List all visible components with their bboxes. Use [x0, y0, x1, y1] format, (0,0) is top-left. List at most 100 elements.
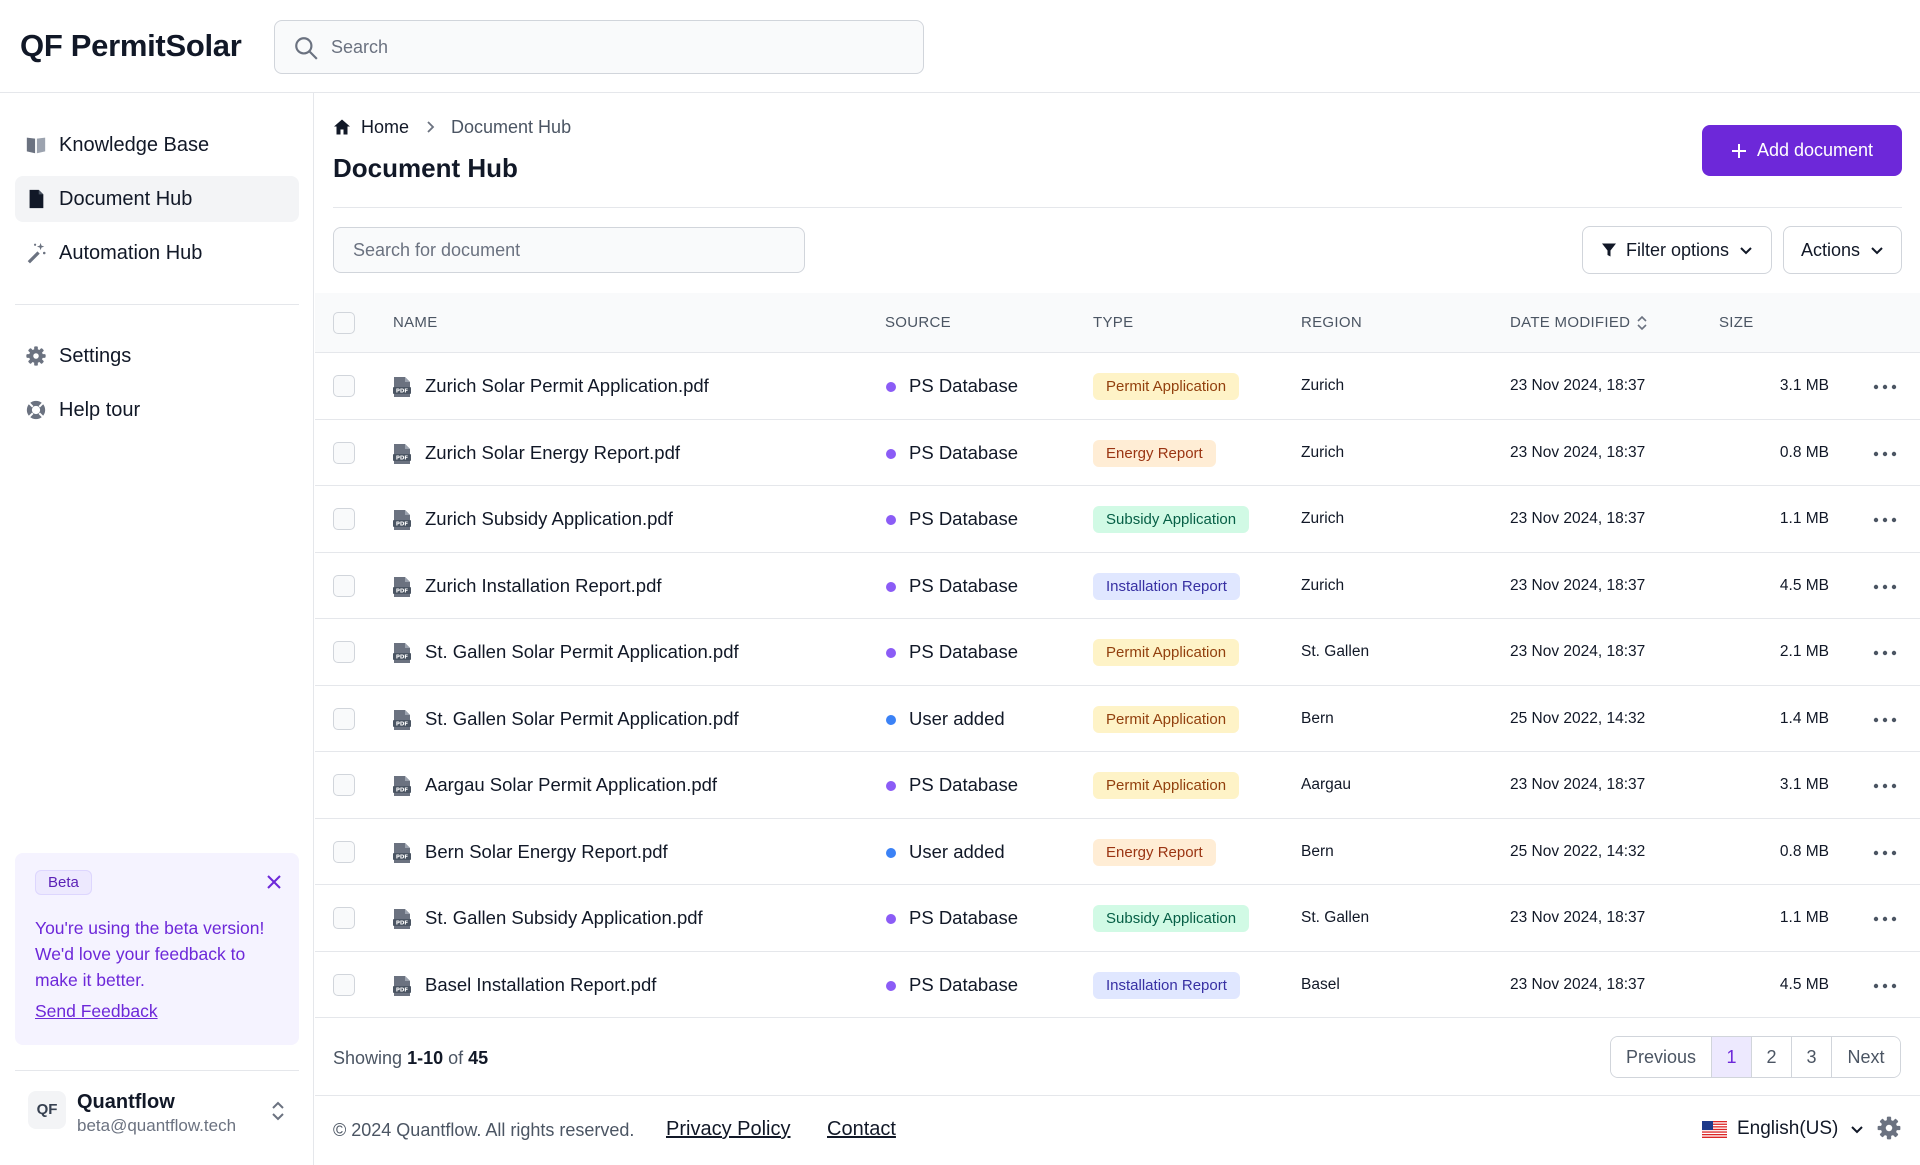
sidebar-item-automation-hub[interactable]: Automation Hub: [15, 230, 299, 276]
more-options-icon[interactable]: [1872, 976, 1898, 996]
more-options-icon[interactable]: [1872, 377, 1898, 397]
more-options-icon[interactable]: [1872, 710, 1898, 730]
type-badge: Permit Application: [1093, 373, 1240, 400]
more-options-icon[interactable]: [1872, 577, 1898, 597]
select-all-checkbox[interactable]: [333, 312, 355, 334]
row-checkbox[interactable]: [333, 508, 355, 530]
document-name[interactable]: St. Gallen Solar Permit Application.pdf: [425, 708, 739, 730]
chevron-down-icon: [1740, 247, 1752, 255]
document-name[interactable]: Aargau Solar Permit Application.pdf: [425, 774, 717, 796]
document-name[interactable]: Zurich Installation Report.pdf: [425, 575, 662, 597]
more-options-icon[interactable]: [1872, 643, 1898, 663]
document-region: Basel: [1301, 975, 1340, 993]
sidebar-item-document-hub[interactable]: Document Hub: [15, 176, 299, 222]
showing-range: 1-10: [407, 1048, 444, 1068]
contact-link[interactable]: Contact: [827, 1118, 896, 1141]
language-selector[interactable]: English(US): [1702, 1118, 1864, 1140]
avatar[interactable]: QF: [28, 1091, 66, 1129]
table-row[interactable]: PDF Zurich Solar Energy Report.pdf PS Data…: [315, 420, 1920, 486]
sidebar-item-label: Knowledge Base: [59, 133, 210, 156]
gear-icon[interactable]: [1876, 1115, 1902, 1141]
document-size: 2.1 MB: [1779, 643, 1829, 660]
home-icon[interactable]: [333, 118, 351, 136]
send-feedback-link[interactable]: Send Feedback: [35, 1001, 158, 1022]
document-source: PS Database: [909, 574, 1019, 596]
document-name[interactable]: St. Gallen Subsidy Application.pdf: [425, 907, 703, 929]
row-checkbox[interactable]: [333, 441, 355, 464]
next-page-button[interactable]: Next: [1832, 1037, 1900, 1077]
row-checkbox[interactable]: [333, 840, 355, 863]
row-checkbox[interactable]: [333, 774, 355, 796]
user-email: beta@quantflow.tech: [77, 1116, 237, 1135]
row-checkbox[interactable]: [333, 973, 355, 996]
global-search-input[interactable]: [331, 21, 911, 73]
type-badge: Subsidy Application: [1093, 506, 1250, 533]
source-dot: [886, 781, 896, 791]
sidebar-divider: [15, 1070, 299, 1071]
sidebar-item-knowledge-base[interactable]: Knowledge Base: [15, 122, 299, 168]
table-row[interactable]: PDF Zurich Solar Permit Application.pdf PS…: [315, 353, 1920, 420]
table-row[interactable]: PDF St. Gallen Solar Permit Application.p…: [315, 619, 1920, 686]
page-button-2[interactable]: 2: [1752, 1037, 1792, 1077]
document-region: Bern: [1301, 709, 1334, 727]
document-name[interactable]: Bern Solar Energy Report.pdf: [425, 841, 668, 863]
more-options-icon[interactable]: [1872, 444, 1898, 464]
row-checkbox[interactable]: [333, 375, 355, 397]
more-options-icon[interactable]: [1872, 776, 1898, 796]
column-header-date-modified[interactable]: DATE MODIFIED: [1510, 314, 1648, 331]
column-header-type[interactable]: TYPE: [1093, 314, 1133, 331]
document-name[interactable]: Zurich Solar Energy Report.pdf: [425, 442, 680, 464]
chevron-up-down-icon[interactable]: [270, 1099, 286, 1123]
pdf-file-icon: PDF: [393, 443, 411, 464]
svg-text:PDF: PDF: [396, 921, 409, 927]
global-search[interactable]: [274, 20, 924, 74]
more-options-icon[interactable]: [1872, 510, 1898, 530]
add-document-button[interactable]: Add document: [1702, 125, 1902, 176]
privacy-policy-link[interactable]: Privacy Policy: [666, 1118, 790, 1141]
document-name[interactable]: Basel Installation Report.pdf: [425, 974, 656, 996]
row-checkbox[interactable]: [333, 641, 355, 663]
document-date-modified: 25 Nov 2022, 14:32: [1510, 709, 1646, 727]
table-row[interactable]: PDF Zurich Subsidy Application.pdf PS Data…: [315, 486, 1920, 553]
more-options-icon[interactable]: [1872, 843, 1898, 863]
sidebar-item-help-tour[interactable]: Help tour: [15, 387, 299, 433]
document-search-input[interactable]: [333, 227, 805, 273]
beta-feedback-card: Beta You're using the beta version! We'd…: [15, 853, 299, 1045]
copyright: © 2024 Quantflow. All rights reserved.: [333, 1120, 635, 1140]
table-row[interactable]: PDF Basel Installation Report.pdf PS Datab…: [315, 952, 1920, 1018]
previous-page-button[interactable]: Previous: [1611, 1037, 1712, 1077]
app-logo[interactable]: QF PermitSolar: [20, 28, 242, 64]
svg-text:PDF: PDF: [396, 455, 409, 461]
document-name[interactable]: St. Gallen Solar Permit Application.pdf: [425, 641, 739, 663]
row-checkbox[interactable]: [333, 707, 355, 730]
document-name[interactable]: Zurich Subsidy Application.pdf: [425, 508, 673, 530]
sidebar-item-label: Help tour: [59, 398, 141, 421]
document-region: Aargau: [1301, 776, 1351, 793]
column-header-region[interactable]: REGION: [1301, 314, 1362, 331]
document-source: PS Database: [909, 641, 1019, 662]
page-button-1[interactable]: 1: [1712, 1037, 1752, 1077]
column-header-size[interactable]: SIZE: [1719, 314, 1754, 331]
table-row[interactable]: PDF St. Gallen Subsidy Application.pdf PS …: [315, 885, 1920, 952]
filter-options-button[interactable]: Filter options: [1582, 226, 1772, 274]
filter-options-label: Filter options: [1625, 239, 1730, 260]
more-options-icon[interactable]: [1872, 909, 1898, 929]
document-name[interactable]: Zurich Solar Permit Application.pdf: [425, 375, 709, 397]
table-row[interactable]: PDF St. Gallen Solar Permit Application.p…: [315, 686, 1920, 752]
table-row[interactable]: PDF Bern Solar Energy Report.pdf User adde…: [315, 819, 1920, 885]
table-row[interactable]: PDF Zurich Installation Report.pdf PS Data…: [315, 553, 1920, 619]
type-badge: Permit Application: [1093, 639, 1240, 666]
table-row[interactable]: PDF Aargau Solar Permit Application.pdf PS…: [315, 752, 1920, 819]
row-checkbox[interactable]: [333, 574, 355, 597]
close-icon[interactable]: [265, 873, 283, 891]
actions-button[interactable]: Actions: [1783, 226, 1902, 274]
pdf-file-icon: PDF: [393, 510, 411, 530]
sidebar-item-settings[interactable]: Settings: [15, 333, 299, 379]
page-button-3[interactable]: 3: [1792, 1037, 1832, 1077]
row-checkbox[interactable]: [333, 907, 355, 929]
column-header-source[interactable]: SOURCE: [885, 314, 951, 331]
column-header-name[interactable]: NAME: [393, 314, 438, 331]
breadcrumb-home[interactable]: Home: [361, 117, 409, 138]
document-size: 4.5 MB: [1779, 576, 1829, 594]
document-size: 3.1 MB: [1779, 377, 1829, 394]
